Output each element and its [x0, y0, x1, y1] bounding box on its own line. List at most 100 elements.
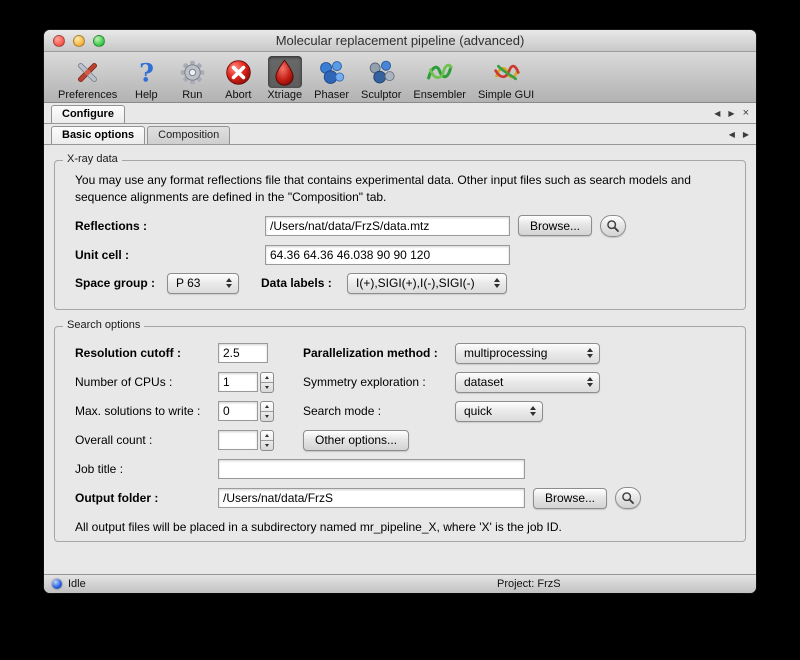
job-title-input[interactable]	[218, 459, 525, 479]
data-labels-label: Data labels :	[261, 276, 347, 290]
reflections-search-button[interactable]	[600, 215, 626, 237]
space-group-row: Space group : P 63 Data labels : I(+),SI…	[75, 273, 745, 294]
preferences-icon	[71, 56, 105, 88]
toolbar-label: Sculptor	[361, 89, 401, 101]
toolbar: Preferences ? Help	[44, 52, 756, 103]
title-bar[interactable]: Molecular replacement pipeline (advanced…	[44, 30, 756, 52]
subtab-prev-icon[interactable]: ◀	[729, 130, 735, 139]
parallelization-label: Parallelization method :	[303, 346, 455, 360]
unit-cell-input[interactable]	[265, 245, 510, 265]
subtab-next-icon[interactable]: ▶	[743, 130, 749, 139]
combo-arrows-icon	[486, 278, 500, 288]
toolbar-item-sculptor[interactable]: Sculptor	[357, 54, 405, 101]
search-group-title: Search options	[63, 319, 144, 331]
reflections-browse-button[interactable]: Browse...	[518, 215, 592, 236]
job-title-row: Job title :	[75, 458, 745, 481]
space-group-select[interactable]: P 63	[167, 273, 239, 294]
unit-cell-row: Unit cell :	[75, 245, 745, 265]
output-folder-input[interactable]	[218, 488, 525, 508]
tab-next-icon[interactable]: ▶	[728, 109, 734, 118]
resolution-row: Resolution cutoff : Parallelization meth…	[75, 342, 745, 365]
search-mode-label: Search mode :	[303, 404, 455, 418]
cpus-stepper[interactable]	[260, 372, 274, 393]
max-solutions-row: Max. solutions to write : Search mode : …	[75, 400, 745, 423]
resolution-cutoff-label: Resolution cutoff :	[75, 346, 218, 360]
status-led-icon	[52, 579, 62, 589]
toolbar-label: Ensembler	[413, 89, 466, 101]
search-mode-select[interactable]: quick	[455, 401, 543, 422]
max-solutions-label: Max. solutions to write :	[75, 404, 218, 418]
toolbar-item-help[interactable]: ? Help	[125, 54, 167, 101]
job-title-label: Job title :	[75, 462, 218, 476]
xray-description: You may use any format reflections file …	[75, 172, 727, 207]
magnifier-icon	[621, 491, 635, 505]
symmetry-select[interactable]: dataset	[455, 372, 600, 393]
svg-text:?: ?	[139, 58, 154, 87]
toolbar-label: Help	[135, 89, 158, 101]
toolbar-item-run[interactable]: Run	[171, 54, 213, 101]
toolbar-item-simple-gui[interactable]: Simple GUI	[474, 54, 538, 101]
cpus-input[interactable]	[218, 372, 258, 392]
toolbar-item-preferences[interactable]: Preferences	[54, 54, 121, 101]
reflections-label: Reflections :	[75, 219, 265, 233]
main-tab-bar: Configure ◀ ▶ ×	[44, 103, 756, 124]
window-title: Molecular replacement pipeline (advanced…	[44, 30, 756, 51]
toolbar-label: Abort	[225, 89, 251, 101]
tab-prev-icon[interactable]: ◀	[714, 109, 720, 118]
combo-arrows-icon	[579, 377, 593, 387]
output-note: All output files will be placed in a sub…	[75, 520, 745, 534]
status-bar: Idle Project: FrzS	[44, 574, 756, 593]
basic-options-panel: X-ray data You may use any format reflec…	[44, 145, 756, 574]
help-icon: ?	[129, 56, 163, 88]
toolbar-item-xtriage[interactable]: Xtriage	[263, 54, 306, 101]
toolbar-label: Simple GUI	[478, 89, 534, 101]
toolbar-label: Phaser	[314, 89, 349, 101]
simple-gui-icon	[489, 56, 523, 88]
parallelization-select[interactable]: multiprocessing	[455, 343, 600, 364]
space-group-label: Space group :	[75, 276, 167, 290]
overall-count-input[interactable]	[218, 430, 258, 450]
toolbar-item-abort[interactable]: Abort	[217, 54, 259, 101]
abort-icon	[221, 56, 255, 88]
output-folder-search-button[interactable]	[615, 487, 641, 509]
phaser-icon	[315, 56, 349, 88]
toolbar-label: Xtriage	[267, 89, 302, 101]
max-solutions-stepper[interactable]	[260, 401, 274, 422]
ensembler-icon	[423, 56, 457, 88]
output-folder-row: Output folder : Browse...	[75, 487, 745, 510]
tab-basic-options[interactable]: Basic options	[51, 126, 145, 144]
overall-count-row: Overall count : Other options...	[75, 429, 745, 452]
xray-data-group: X-ray data You may use any format reflec…	[54, 160, 746, 310]
reflections-row: Reflections : Browse...	[75, 215, 745, 237]
data-labels-select[interactable]: I(+),SIGI(+),I(-),SIGI(-)	[347, 273, 507, 294]
app-window: Molecular replacement pipeline (advanced…	[44, 30, 756, 593]
toolbar-label: Run	[182, 89, 202, 101]
combo-arrows-icon	[218, 278, 232, 288]
xtriage-icon	[268, 56, 302, 88]
project-label: Project: FrzS	[497, 578, 561, 590]
unit-cell-label: Unit cell :	[75, 248, 265, 262]
sub-tab-nav: ◀ ▶	[729, 124, 749, 144]
magnifier-icon	[606, 219, 620, 233]
max-solutions-input[interactable]	[218, 401, 258, 421]
output-folder-label: Output folder :	[75, 491, 218, 505]
resolution-cutoff-input[interactable]	[218, 343, 268, 363]
toolbar-item-ensembler[interactable]: Ensembler	[409, 54, 470, 101]
run-icon	[175, 56, 209, 88]
tab-close-icon[interactable]: ×	[743, 107, 749, 119]
toolbar-item-phaser[interactable]: Phaser	[310, 54, 353, 101]
other-options-button[interactable]: Other options...	[303, 430, 409, 451]
output-folder-browse-button[interactable]: Browse...	[533, 488, 607, 509]
cpus-row: Number of CPUs : Symmetry exploration : …	[75, 371, 745, 394]
search-options-group: Search options Resolution cutoff : Paral…	[54, 326, 746, 542]
overall-count-stepper[interactable]	[260, 430, 274, 451]
sub-tab-bar: Basic options Composition ◀ ▶	[44, 124, 756, 145]
symmetry-label: Symmetry exploration :	[303, 375, 455, 389]
reflections-input[interactable]	[265, 216, 510, 236]
tab-configure[interactable]: Configure	[51, 105, 125, 123]
cpus-label: Number of CPUs :	[75, 375, 218, 389]
tab-composition[interactable]: Composition	[147, 126, 230, 144]
combo-arrows-icon	[579, 348, 593, 358]
combo-arrows-icon	[522, 406, 536, 416]
sculptor-icon	[364, 56, 398, 88]
